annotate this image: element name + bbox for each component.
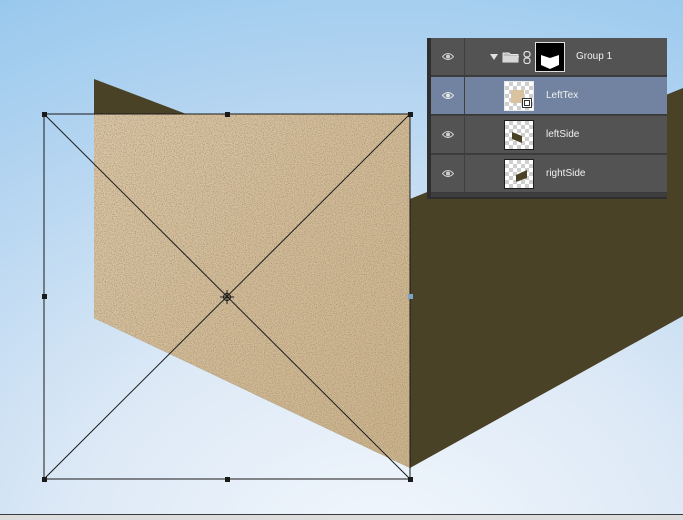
group-mask-thumbnail[interactable] <box>535 42 565 72</box>
layer-thumbnail-rightside[interactable] <box>504 159 534 189</box>
visibility-toggle-leftside[interactable] <box>431 116 465 153</box>
eye-icon <box>442 131 454 138</box>
handle-top-middle[interactable] <box>225 112 230 117</box>
mask-shape-icon <box>541 55 559 69</box>
visibility-toggle-lefttex[interactable] <box>431 77 465 114</box>
layer-name-leftside[interactable]: leftSide <box>546 116 579 154</box>
handle-middle-left[interactable] <box>42 294 47 299</box>
triangle-down-icon[interactable] <box>490 54 498 60</box>
layer-name-lefttex[interactable]: LeftTex <box>546 77 578 115</box>
visibility-toggle-rightside[interactable] <box>431 155 465 192</box>
layer-thumbnail-lefttex[interactable] <box>504 81 534 111</box>
handle-bottom-right[interactable] <box>408 477 413 482</box>
layer-row-lefttex[interactable]: LeftTex <box>431 77 667 115</box>
left-texture-shape <box>94 114 410 468</box>
eye-icon <box>442 53 454 60</box>
eye-icon <box>442 92 454 99</box>
folder-icon <box>502 52 519 63</box>
handle-top-right[interactable] <box>408 112 413 117</box>
layer-row-leftside[interactable]: leftSide <box>431 116 667 154</box>
handle-middle-right[interactable] <box>408 294 413 299</box>
smart-object-icon <box>522 98 532 108</box>
chain-link-icon[interactable] <box>523 51 531 64</box>
layer-thumbnail-leftside[interactable] <box>504 120 534 150</box>
layers-panel: Group 1 LeftTex leftSide rightSide <box>427 38 667 199</box>
layer-row-rightside[interactable]: rightSide <box>431 155 667 193</box>
visibility-toggle-group[interactable] <box>431 38 465 75</box>
handle-top-left[interactable] <box>42 112 47 117</box>
layer-name-group[interactable]: Group 1 <box>576 38 612 76</box>
layer-name-rightside[interactable]: rightSide <box>546 155 585 193</box>
status-bar-edge <box>0 514 683 520</box>
right-side-preview-icon <box>516 170 527 182</box>
layer-row-group[interactable]: Group 1 <box>431 38 667 76</box>
handle-bottom-middle[interactable] <box>225 477 230 482</box>
eye-icon <box>442 170 454 177</box>
left-side-preview-icon <box>512 132 522 143</box>
handle-bottom-left[interactable] <box>42 477 47 482</box>
